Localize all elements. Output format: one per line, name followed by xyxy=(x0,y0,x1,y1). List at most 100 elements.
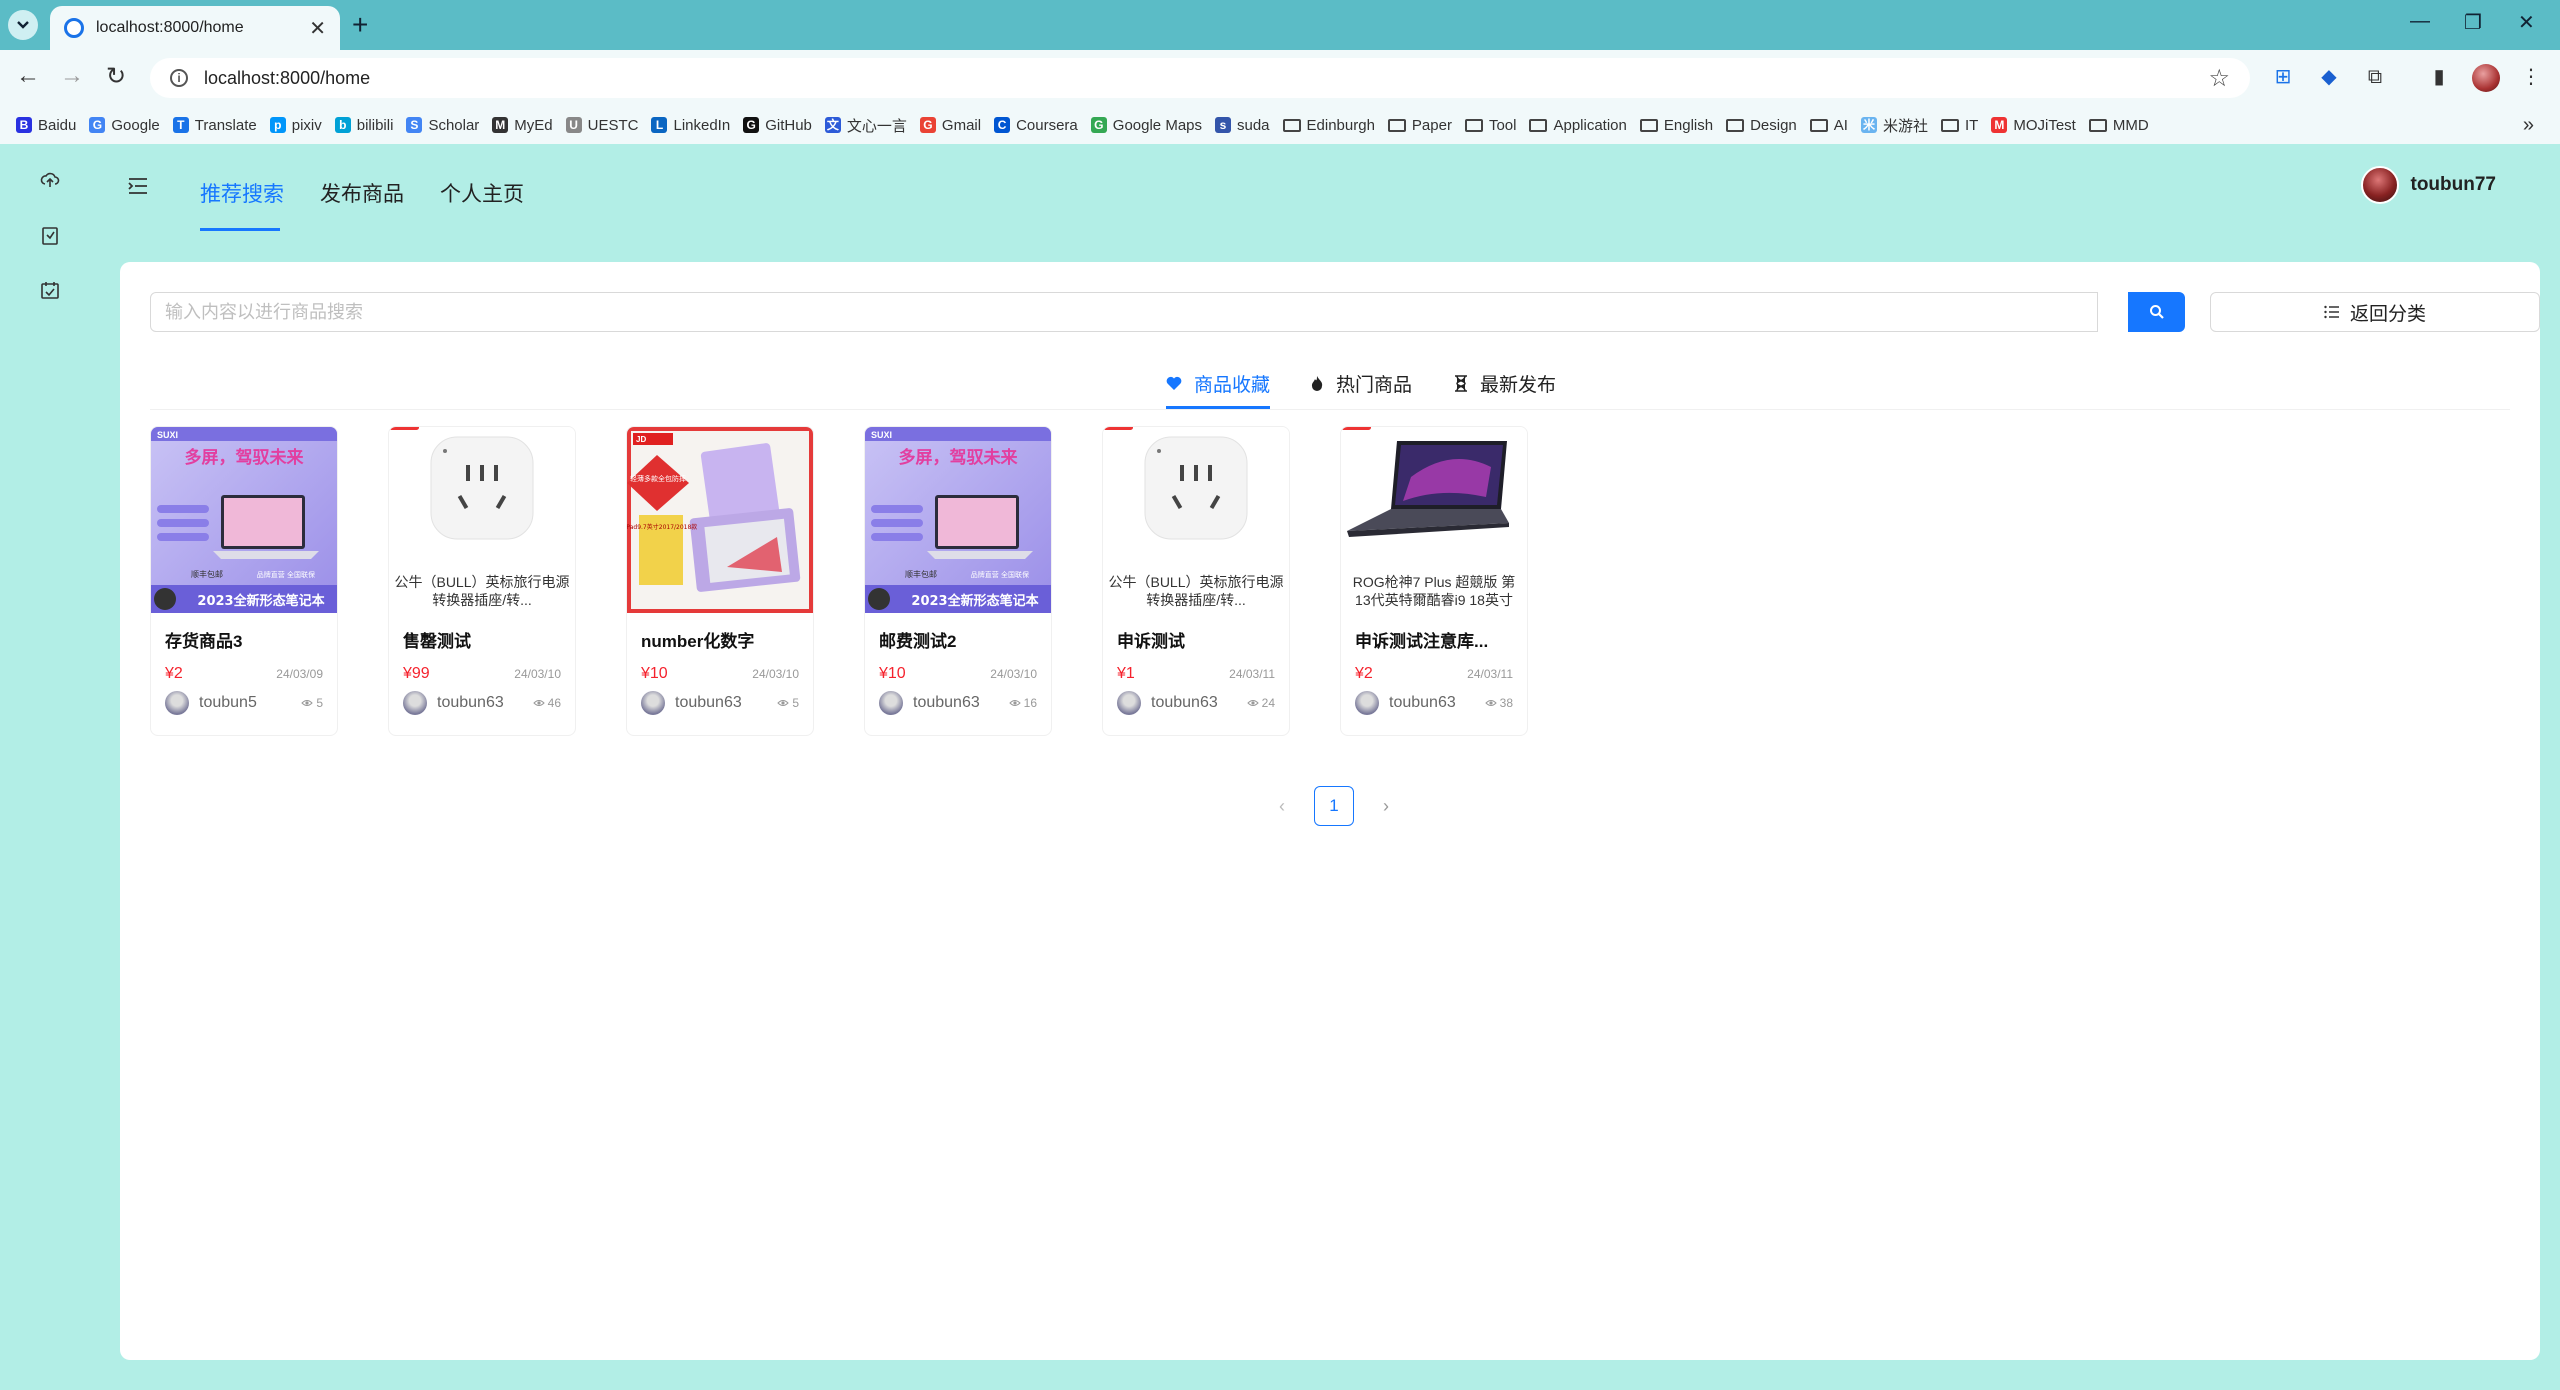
chevron-right-icon[interactable]: » xyxy=(2523,114,2534,137)
bookmark-item[interactable]: b bilibili xyxy=(333,117,405,134)
nav-publish-item[interactable]: 发布商品 xyxy=(320,178,404,208)
bookmark-check-icon[interactable] xyxy=(38,226,62,250)
bookmark-item[interactable]: G Google Maps xyxy=(1089,117,1213,134)
product-card[interactable]: SUXI 多屏，驾驭未来 品牌直营 全国联保 顺丰包邮 2023全新形态笔记本邮费测试2… xyxy=(864,426,1052,736)
bookmark-item[interactable]: English xyxy=(1638,117,1724,134)
search-input[interactable] xyxy=(150,292,2098,332)
calendar-check-icon[interactable] xyxy=(38,280,62,304)
gmail-icon: G xyxy=(919,117,936,133)
menu-fold-icon[interactable] xyxy=(128,174,148,202)
product-title[interactable]: 存货商品3 xyxy=(165,627,323,649)
bookmark-item[interactable]: AI xyxy=(1808,117,1859,134)
tab-favorites[interactable]: 商品收藏 xyxy=(1166,370,1270,397)
restore-icon[interactable]: ❐ xyxy=(2464,10,2482,35)
browser-tab[interactable]: localhost:8000/home ✕ xyxy=(50,6,340,50)
bookmark-item[interactable]: C Coursera xyxy=(992,117,1089,134)
tab-latest[interactable]: 最新发布 xyxy=(1454,370,1556,397)
bookmark-label: Edinburgh xyxy=(1306,116,1375,134)
bookmark-item[interactable]: 米米游社 xyxy=(1859,115,1939,136)
view-count-value: 46 xyxy=(547,696,561,710)
nav-personal-page[interactable]: 个人主页 xyxy=(440,178,524,208)
search-icon xyxy=(2149,305,2164,319)
close-window-icon[interactable]: ✕ xyxy=(2518,10,2535,35)
minimize-icon[interactable]: — xyxy=(2410,10,2430,33)
product-thumbnail[interactable]: 公牛（BULL）英标旅行电源转换器插座/转... xyxy=(1103,427,1289,613)
product-owner[interactable]: toubun63 xyxy=(879,691,980,715)
side-panel-icon[interactable]: ▮ xyxy=(2426,64,2452,90)
folder-icon xyxy=(1639,118,1658,132)
prev-page-icon[interactable]: ‹ xyxy=(1272,796,1292,817)
product-title[interactable]: 申诉测试 xyxy=(1117,627,1275,649)
nav-recommend-search[interactable]: 推荐搜索 xyxy=(200,178,284,208)
back-to-category-button[interactable]: 返回分类 xyxy=(2210,292,2540,332)
bookmark-item[interactable]: MMD xyxy=(2087,117,2160,134)
kebab-menu-icon[interactable]: ⋮ xyxy=(2518,64,2544,90)
forward-arrow-icon[interactable]: → xyxy=(56,62,88,90)
product-date: 24/03/10 xyxy=(514,667,561,681)
upload-cloud-icon[interactable] xyxy=(38,170,62,194)
banner-badge: 顺丰包邮 xyxy=(905,569,937,579)
bookmark-item[interactable]: M MOJiTest xyxy=(1989,117,2087,134)
bookmark-item[interactable]: Paper xyxy=(1386,117,1463,134)
product-thumbnail[interactable]: SUXI 多屏，驾驭未来 品牌直营 全国联保 顺丰包邮 2023全新形态笔记本 xyxy=(151,427,337,613)
bookmark-item[interactable]: p pixiv xyxy=(268,117,333,134)
extension-icon[interactable]: ◆ xyxy=(2316,64,2342,90)
page-number[interactable]: 1 xyxy=(1314,786,1354,826)
profile-avatar-icon[interactable] xyxy=(2472,64,2500,92)
bookmark-item[interactable]: 文文心一言 xyxy=(823,115,918,136)
puzzle-icon[interactable]: ⧉ xyxy=(2362,64,2388,90)
bookmark-star-icon[interactable]: ☆ xyxy=(2208,64,2230,93)
bookmark-item[interactable]: U UESTC xyxy=(564,117,650,134)
avatar[interactable] xyxy=(2360,166,2399,204)
product-thumbnail[interactable]: SUXI 多屏，驾驭未来 品牌直营 全国联保 顺丰包邮 2023全新形态笔记本 xyxy=(865,427,1051,613)
next-page-icon[interactable]: › xyxy=(1376,796,1396,817)
bookmark-item[interactable]: G GitHub xyxy=(741,117,823,134)
bookmark-item[interactable]: M MyEd xyxy=(490,117,563,134)
product-owner[interactable]: toubun63 xyxy=(1355,691,1456,715)
tab-hot-items[interactable]: 热门商品 xyxy=(1310,370,1412,397)
product-card[interactable]: JD 轻薄多款全包防摔 iPad9.7英寸2017/2018款 number化数字 ¥1… xyxy=(626,426,814,736)
reload-icon[interactable]: ↻ xyxy=(100,62,132,91)
search-button[interactable] xyxy=(2128,292,2185,332)
product-thumbnail[interactable]: 公牛（BULL）英标旅行电源转换器插座/转... xyxy=(389,427,575,613)
back-arrow-icon[interactable]: ← xyxy=(12,62,44,90)
bookmark-label: Google xyxy=(111,116,160,134)
bookmark-item[interactable]: L LinkedIn xyxy=(649,117,741,134)
view-count: 5 xyxy=(777,696,799,710)
site-info-icon[interactable]: i xyxy=(170,69,188,87)
laptop-banner-image: SUXI 多屏，驾驭未来品牌直营 全国联保 顺丰包邮 2023全新形态笔记本 xyxy=(865,427,1051,613)
bookmark-item[interactable]: S Scholar xyxy=(404,117,490,134)
new-tab-button[interactable]: + xyxy=(352,10,368,40)
tab-favorites-label: 商品收藏 xyxy=(1194,375,1271,396)
product-thumbnail[interactable]: ROG枪神7 Plus 超競版 第13代英特爾酷睿i9 18英寸 xyxy=(1341,427,1527,613)
bookmark-item[interactable]: Design xyxy=(1724,117,1808,134)
product-owner[interactable]: toubun63 xyxy=(403,691,504,715)
bookmark-item[interactable]: IT xyxy=(1939,117,1989,134)
close-icon[interactable]: ✕ xyxy=(309,16,326,41)
product-owner[interactable]: toubun5 xyxy=(165,691,257,715)
product-card[interactable]: ROG枪神7 Plus 超競版 第13代英特爾酷睿i9 18英寸申诉测试注意库.… xyxy=(1340,426,1528,736)
product-card[interactable]: SUXI 多屏，驾驭未来 品牌直营 全国联保 顺丰包邮 2023全新形态笔记本存货商品3… xyxy=(150,426,338,736)
user-menu[interactable]: toubun77 xyxy=(2360,166,2496,204)
product-title[interactable]: 邮费测试2 xyxy=(879,627,1037,649)
product-card[interactable]: 公牛（BULL）英标旅行电源转换器插座/转... 申诉测试 ¥1 24/03/11 to… xyxy=(1102,426,1290,736)
product-title[interactable]: number化数字 xyxy=(641,627,799,649)
bookmark-item[interactable]: T Translate xyxy=(171,117,268,134)
bookmark-item[interactable]: Edinburgh xyxy=(1281,117,1386,134)
product-title[interactable]: 申诉测试注意库... xyxy=(1355,627,1513,649)
bookmark-item[interactable]: G Gmail xyxy=(918,117,992,134)
bookmark-item[interactable]: B Baidu xyxy=(14,117,87,134)
bookmark-item[interactable]: Application xyxy=(1527,117,1637,134)
tab-search-button[interactable] xyxy=(8,10,38,40)
product-thumbnail[interactable]: JD 轻薄多款全包防摔 iPad9.7英寸2017/2018款 xyxy=(627,427,813,613)
bookmark-item[interactable]: G Google xyxy=(87,117,170,134)
product-title[interactable]: 售罄测试 xyxy=(403,627,561,649)
translate-extension-icon[interactable]: ⊞ xyxy=(2270,64,2296,90)
product-owner[interactable]: toubun63 xyxy=(1117,691,1218,715)
favorite-ribbon xyxy=(1103,427,1133,430)
address-bar[interactable]: i localhost:8000/home ☆ xyxy=(150,58,2250,98)
product-owner[interactable]: toubun63 xyxy=(641,691,742,715)
bookmark-item[interactable]: Tool xyxy=(1463,117,1528,134)
bookmark-item[interactable]: s suda xyxy=(1213,117,1281,134)
product-card[interactable]: 公牛（BULL）英标旅行电源转换器插座/转... 售罄测试 ¥99 24/03/10 t… xyxy=(388,426,576,736)
